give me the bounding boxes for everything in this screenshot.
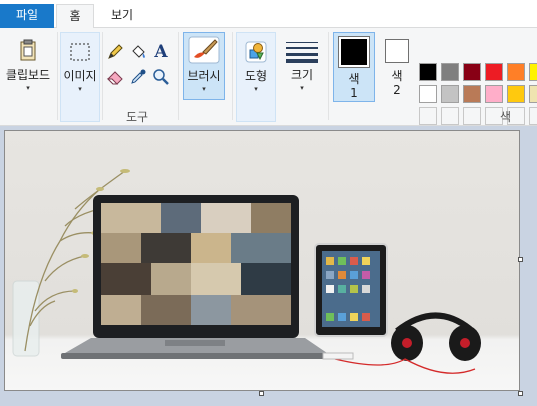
clipboard-button[interactable]: 클립보드 ▾	[3, 32, 53, 98]
desk-photo	[5, 131, 519, 390]
chevron-down-icon: ▾	[26, 84, 30, 92]
resize-handle-corner[interactable]	[518, 391, 523, 396]
custom-color-slot[interactable]	[529, 107, 537, 125]
color1-button[interactable]: 색 1	[333, 32, 375, 102]
brushes-label: 브러시	[187, 69, 221, 83]
chevron-down-icon: ▾	[78, 85, 82, 93]
custom-color-slot[interactable]	[419, 107, 437, 125]
group-divider	[328, 32, 329, 120]
color-picker-icon[interactable]	[128, 68, 148, 88]
palette-swatch[interactable]	[485, 63, 503, 81]
chevron-down-icon: ▾	[254, 85, 258, 93]
group-divider	[102, 32, 103, 120]
palette-swatch[interactable]	[507, 63, 525, 81]
colors-group-label: 색	[500, 110, 512, 124]
color1-number: 1	[350, 86, 358, 100]
chevron-down-icon: ▾	[202, 85, 206, 93]
fill-bucket-icon[interactable]	[128, 43, 148, 63]
size-button[interactable]: 크기 ▾	[282, 32, 322, 122]
chevron-down-icon: ▾	[300, 84, 304, 92]
color2-label: 색	[391, 69, 403, 83]
clipboard-icon	[15, 38, 41, 64]
palette-swatch[interactable]	[485, 85, 503, 103]
usb-cable	[322, 352, 354, 360]
color2-button[interactable]: 색 2	[380, 32, 414, 102]
color1-swatch	[338, 36, 370, 68]
select-icon	[67, 39, 93, 65]
palette-swatch[interactable]	[463, 85, 481, 103]
clipboard-label: 클립보드	[5, 68, 51, 82]
brush-icon	[187, 35, 221, 65]
image-label: 이미지	[63, 69, 97, 83]
tab-file[interactable]: 파일	[0, 4, 54, 28]
canvas-area	[0, 126, 537, 406]
line-width-icon	[285, 38, 319, 64]
pencil-icon[interactable]	[105, 43, 125, 63]
brushes-button[interactable]: 브러시 ▾	[183, 32, 225, 100]
image-button[interactable]: 이미지 ▾	[60, 32, 100, 122]
palette-swatch[interactable]	[529, 63, 537, 81]
tab-view[interactable]: 보기	[100, 4, 144, 29]
shapes-button[interactable]: 도형 ▾	[236, 32, 276, 122]
size-label: 크기	[290, 68, 314, 82]
palette-swatch[interactable]	[419, 63, 437, 81]
group-divider	[57, 32, 58, 120]
tools-group-label: 도구	[126, 110, 149, 124]
custom-color-slot[interactable]	[441, 107, 459, 125]
group-divider	[232, 32, 233, 120]
palette-swatch[interactable]	[441, 63, 459, 81]
palette-swatch[interactable]	[507, 85, 525, 103]
palette-swatch[interactable]	[441, 85, 459, 103]
group-divider	[178, 32, 179, 120]
palette-swatch[interactable]	[529, 85, 537, 103]
palette-swatch[interactable]	[463, 63, 481, 81]
color2-number: 2	[393, 83, 401, 97]
ribbon: 클립보드 ▾ 이미지 ▾ A 도구 브러시 ▾ 도형 ▾ 크기 ▾ 색 1 색 …	[0, 28, 537, 126]
laptop-display-collage	[101, 203, 291, 325]
ribbon-tab-bar: 파일 홈 보기	[0, 0, 537, 29]
magnifier-icon[interactable]	[151, 68, 171, 88]
canvas-image[interactable]	[4, 130, 520, 391]
palette-swatch[interactable]	[419, 85, 437, 103]
text-icon[interactable]: A	[151, 42, 171, 62]
shapes-icon	[243, 39, 269, 65]
custom-color-slot[interactable]	[463, 107, 481, 125]
eraser-icon[interactable]	[105, 68, 125, 88]
color2-swatch	[385, 39, 409, 63]
shapes-label: 도형	[244, 69, 268, 83]
color1-label: 색	[348, 72, 360, 86]
resize-handle-bottom[interactable]	[259, 391, 264, 396]
tab-home[interactable]: 홈	[56, 4, 94, 29]
resize-handle-right[interactable]	[518, 257, 523, 262]
